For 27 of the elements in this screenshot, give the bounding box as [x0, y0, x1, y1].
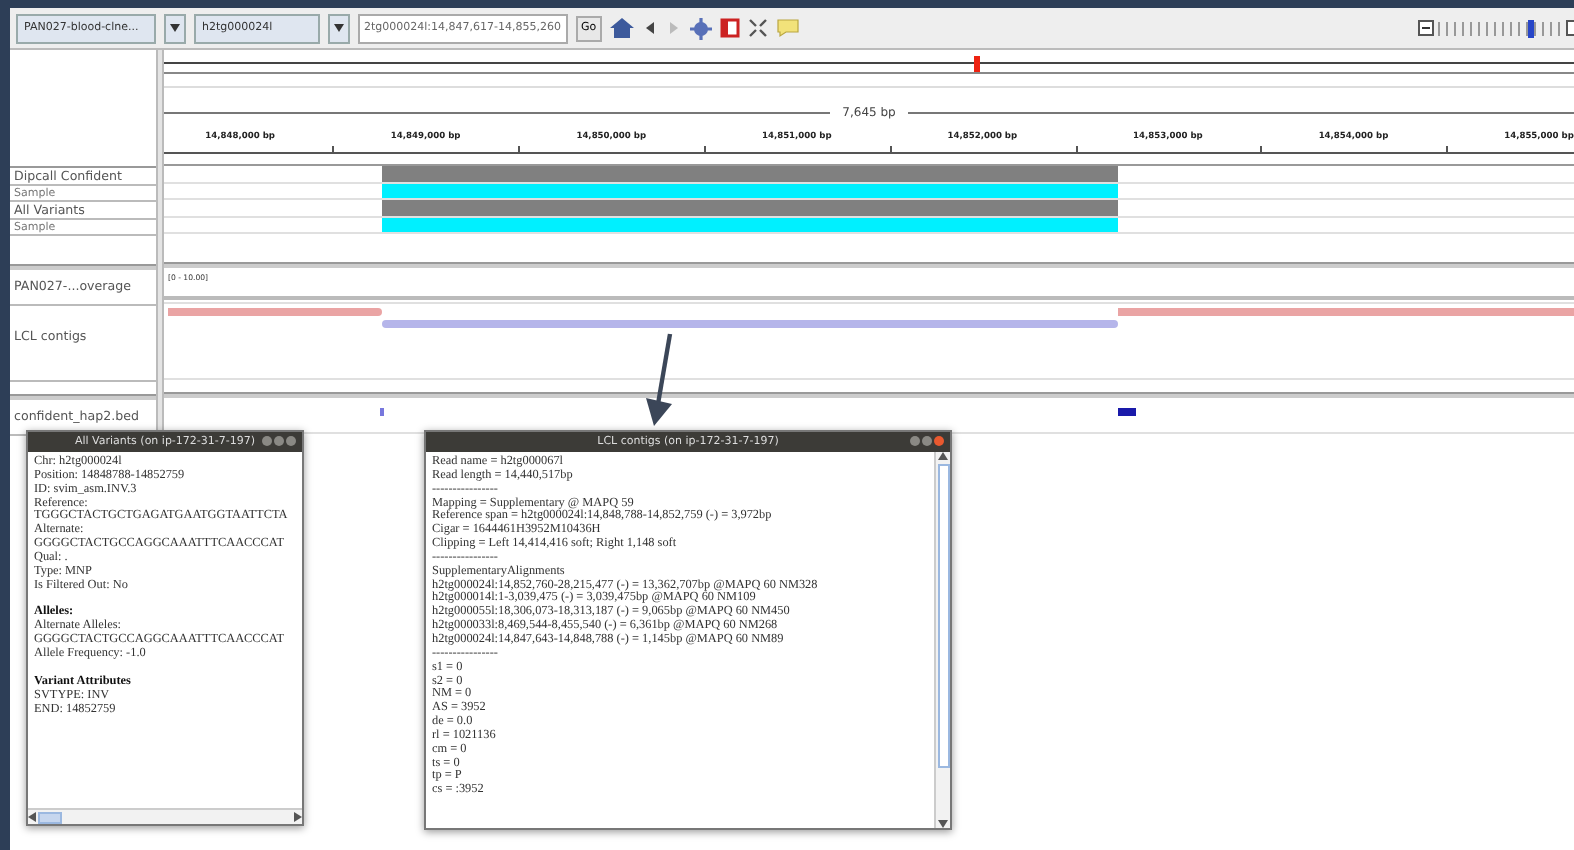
minimize-button[interactable]	[262, 436, 272, 446]
maximize-button[interactable]	[274, 436, 284, 446]
scroll-right-icon[interactable]	[292, 812, 302, 822]
zoom-out-icon[interactable]	[1418, 20, 1434, 36]
dropdown-caret-icon[interactable]	[328, 13, 350, 43]
vertical-scrollbar[interactable]	[934, 452, 950, 828]
scroll-down-icon[interactable]	[938, 820, 948, 828]
scrollbar-thumb[interactable]	[38, 811, 62, 823]
refresh-icon[interactable]	[690, 17, 713, 39]
resize-icon[interactable]	[748, 18, 769, 38]
zoom-thumb[interactable]	[1527, 19, 1534, 37]
home-icon[interactable]	[610, 18, 635, 38]
current-region-marker	[974, 56, 981, 72]
chromosome-ideogram[interactable]	[164, 62, 1574, 74]
dropdown-caret-icon[interactable]	[164, 13, 186, 43]
back-icon[interactable]	[642, 20, 659, 36]
arrow	[646, 333, 673, 426]
close-button[interactable]	[934, 436, 944, 446]
scroll-left-icon[interactable]	[28, 812, 38, 822]
horizontal-scrollbar[interactable]	[28, 808, 302, 824]
minimize-button[interactable]	[910, 436, 920, 446]
zoom-in-icon[interactable]	[1566, 20, 1574, 36]
bed-feature[interactable]	[1118, 408, 1137, 416]
region-icon[interactable]	[720, 18, 741, 38]
scrollbar-thumb[interactable]	[937, 464, 949, 769]
maximize-button[interactable]	[922, 436, 932, 446]
close-button[interactable]	[286, 436, 296, 446]
